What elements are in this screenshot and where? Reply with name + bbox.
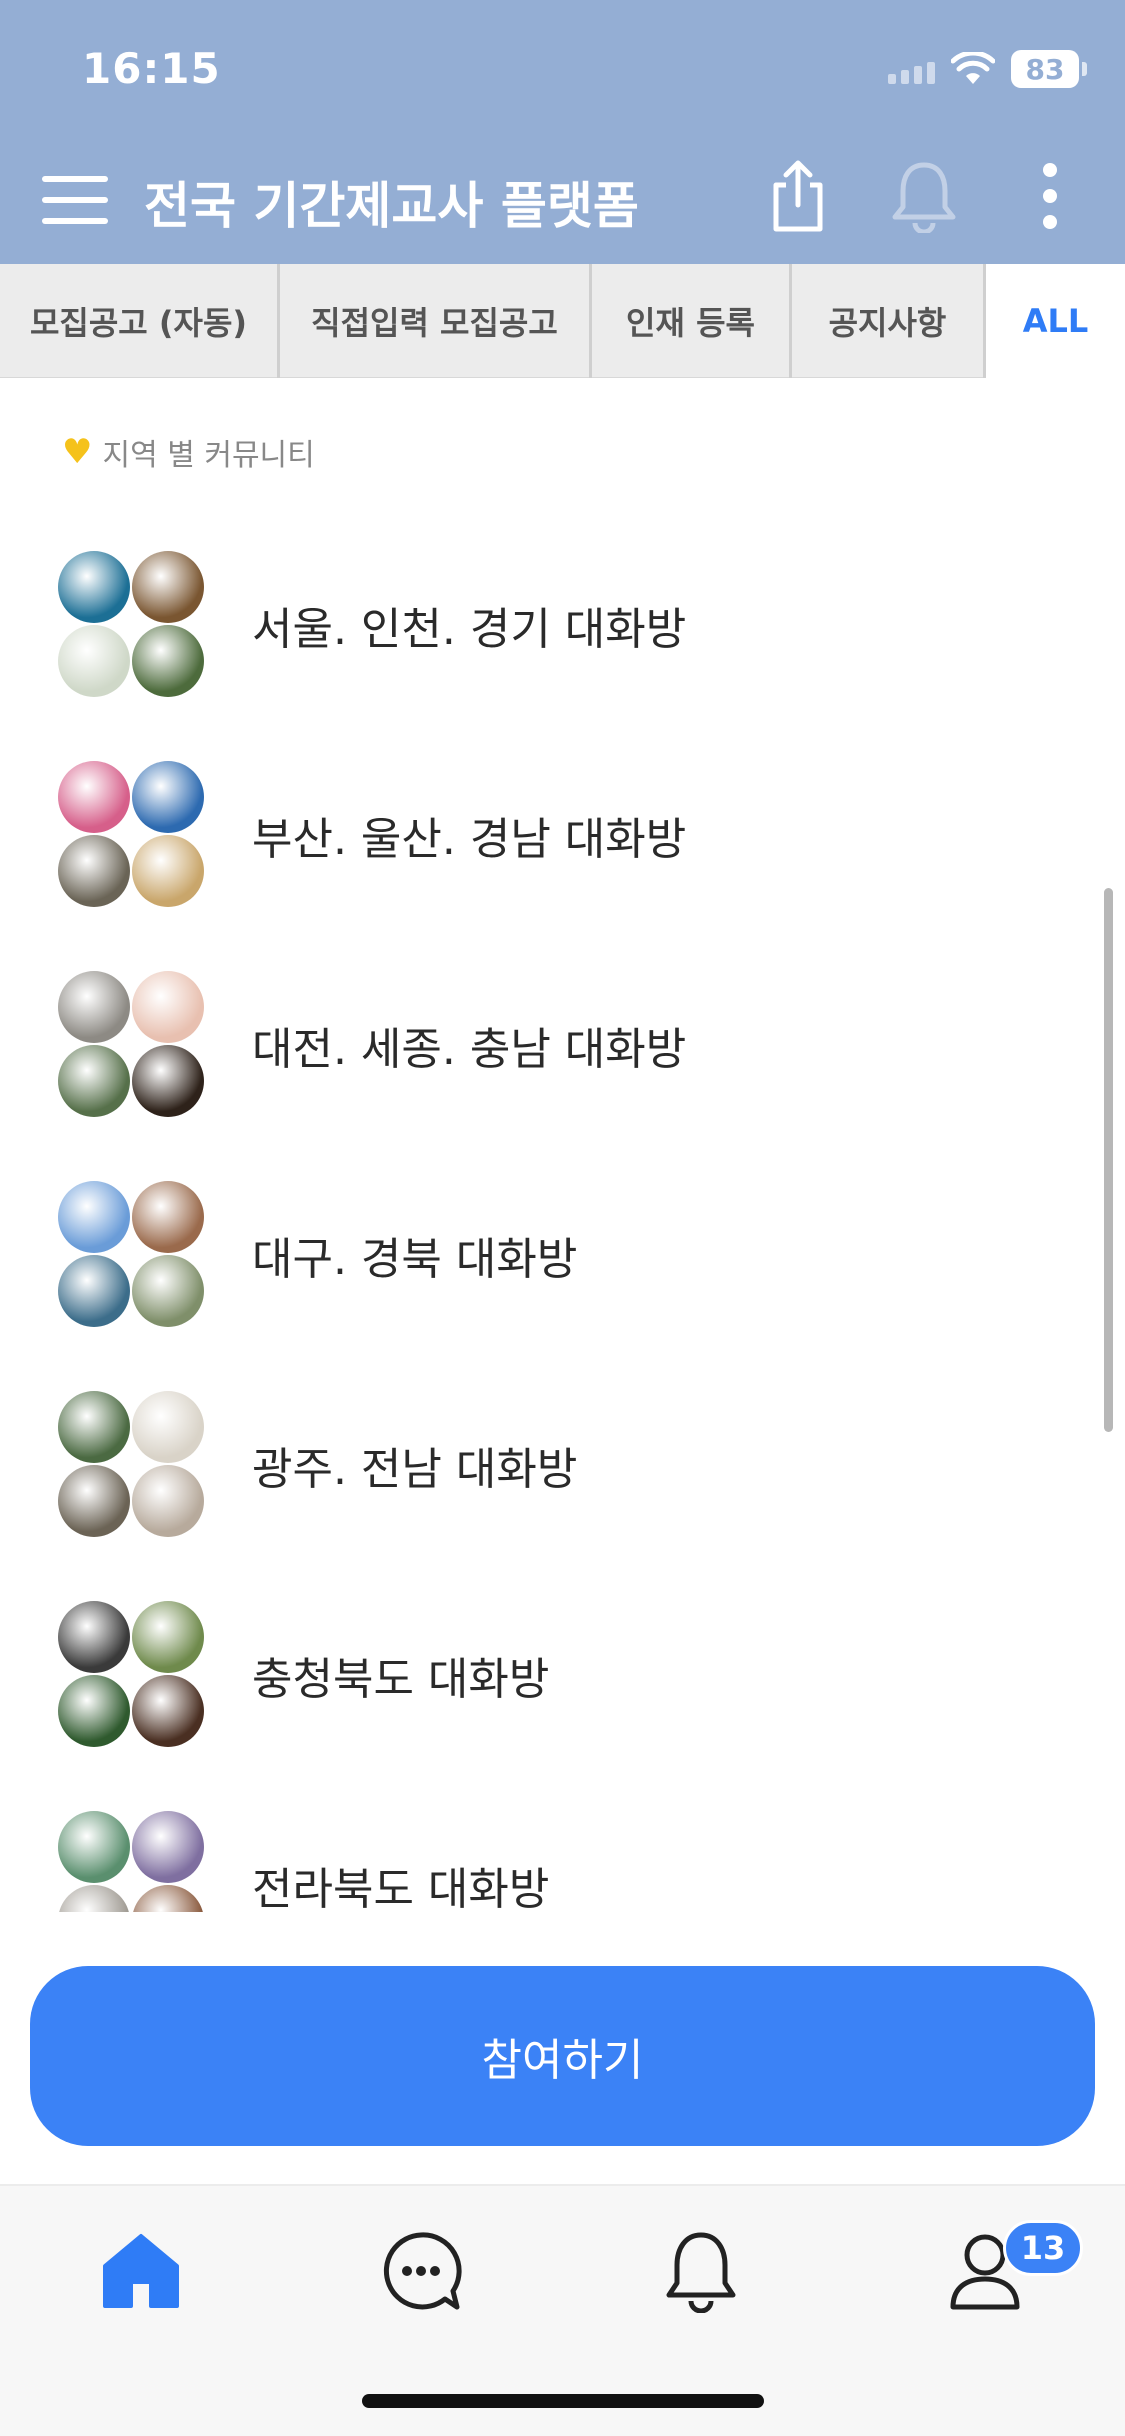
avatar [58, 761, 130, 833]
notification-badge: 13 [1003, 2220, 1083, 2276]
chat-icon[interactable] [366, 2216, 476, 2326]
avatar [58, 971, 130, 1043]
room-name: 서울. 인천. 경기 대화방 [252, 604, 687, 655]
room-name: 대전. 세종. 충남 대화방 [252, 1024, 687, 1075]
avatar [58, 1601, 130, 1673]
avatar [132, 625, 204, 697]
room-list: 서울. 인천. 경기 대화방부산. 울산. 경남 대화방대전. 세종. 충남 대… [0, 520, 1125, 1912]
avatar [58, 1885, 130, 1912]
avatar [132, 1885, 204, 1912]
join-button[interactable]: 참여하기 [30, 1966, 1095, 2146]
section-header: ♥ 지역 별 커뮤니티 [62, 430, 315, 474]
avatar [58, 625, 130, 697]
room-name: 충청북도 대화방 [252, 1654, 550, 1705]
avatar [58, 551, 130, 623]
avatar [132, 835, 204, 907]
room-avatar-group [58, 1811, 206, 1912]
status-indicators: 83 [888, 46, 1087, 92]
avatar [132, 971, 204, 1043]
avatar [58, 1391, 130, 1463]
avatar [132, 1181, 204, 1253]
avatar [58, 1181, 130, 1253]
avatar [132, 551, 204, 623]
section-label: 지역 별 커뮤니티 [102, 438, 315, 473]
room-avatar-group [58, 551, 206, 699]
tab-bar: 모집공고 (자동) 직접입력 모집공고 인재 등록 공지사항 ALL [0, 264, 1125, 378]
page-title: 전국 기간제교사 플랫폼 [144, 177, 639, 235]
room-name: 대구. 경북 대화방 [252, 1234, 578, 1285]
bell-icon[interactable] [884, 156, 964, 236]
share-icon[interactable] [758, 156, 838, 236]
room-list-item[interactable]: 전라북도 대화방 [0, 1780, 1125, 1912]
avatar [132, 1465, 204, 1537]
room-avatar-group [58, 971, 206, 1119]
avatar [58, 1811, 130, 1883]
signal-icon [888, 54, 935, 84]
room-list-item[interactable]: 광주. 전남 대화방 [0, 1360, 1125, 1570]
tab-talent-register[interactable]: 인재 등록 [592, 264, 792, 378]
avatar [132, 1675, 204, 1747]
avatar [58, 1045, 130, 1117]
room-avatar-group [58, 1391, 206, 1539]
avatar [58, 1465, 130, 1537]
room-avatar-group [58, 761, 206, 909]
scrollbar[interactable] [1104, 888, 1113, 1432]
battery-indicator: 83 [1011, 50, 1087, 88]
avatar [132, 1811, 204, 1883]
room-avatar-group [58, 1181, 206, 1329]
avatar [132, 1391, 204, 1463]
room-list-item[interactable]: 대전. 세종. 충남 대화방 [0, 940, 1125, 1150]
avatar [132, 1255, 204, 1327]
room-list-item[interactable]: 대구. 경북 대화방 [0, 1150, 1125, 1360]
more-vertical-icon[interactable] [1010, 156, 1090, 236]
app-header: 16:15 83 전국 기간제교사 플랫폼 [0, 0, 1125, 264]
avatar [58, 835, 130, 907]
room-name: 광주. 전남 대화방 [252, 1444, 578, 1495]
avatar [132, 1601, 204, 1673]
room-list-item[interactable]: 부산. 울산. 경남 대화방 [0, 730, 1125, 940]
heart-icon: ♥ [62, 432, 93, 472]
menu-icon[interactable] [42, 176, 108, 224]
avatar [58, 1255, 130, 1327]
tab-auto-recruit[interactable]: 모집공고 (자동) [0, 264, 280, 378]
avatar [132, 761, 204, 833]
room-list-item[interactable]: 충청북도 대화방 [0, 1570, 1125, 1780]
avatar [58, 1675, 130, 1747]
wifi-icon [951, 52, 995, 84]
home-indicator[interactable] [362, 2394, 764, 2408]
bell-icon[interactable] [646, 2216, 756, 2326]
home-icon[interactable] [86, 2216, 196, 2326]
tab-all[interactable]: ALL [986, 264, 1125, 378]
app-root: 16:15 83 전국 기간제교사 플랫폼 모집공고 (자동) 직접입력 모집공… [0, 0, 1125, 2436]
room-name: 부산. 울산. 경남 대화방 [252, 814, 687, 865]
room-name: 전라북도 대화방 [252, 1864, 550, 1912]
status-time: 16:15 [82, 44, 221, 93]
room-list-item[interactable]: 서울. 인천. 경기 대화방 [0, 520, 1125, 730]
avatar [132, 1045, 204, 1117]
room-avatar-group [58, 1601, 206, 1749]
tab-manual-recruit[interactable]: 직접입력 모집공고 [280, 264, 592, 378]
tab-notice[interactable]: 공지사항 [792, 264, 986, 378]
